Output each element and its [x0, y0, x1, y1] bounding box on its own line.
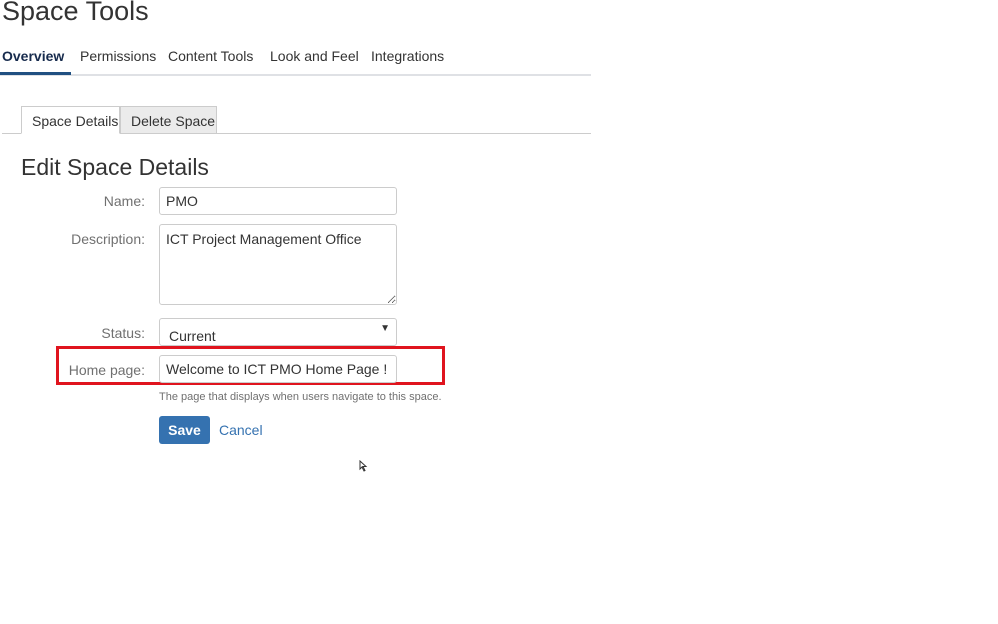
- active-tab-indicator: [0, 72, 71, 75]
- tab-space-details[interactable]: Space Details: [21, 106, 120, 134]
- home-page-field[interactable]: [159, 355, 397, 383]
- page-title: Space Tools: [2, 0, 149, 26]
- form-title: Edit Space Details: [21, 154, 209, 180]
- save-button[interactable]: Save: [159, 416, 210, 444]
- status-select[interactable]: Current ▼: [159, 318, 397, 346]
- mouse-cursor-icon: [359, 460, 368, 472]
- description-field[interactable]: ICT Project Management Office: [159, 224, 397, 305]
- description-label: Description:: [71, 231, 145, 247]
- name-label: Name:: [103, 193, 145, 209]
- status-label: Status:: [101, 325, 145, 341]
- home-page-help-text: The page that displays when users naviga…: [159, 391, 442, 403]
- nav-tab-look-and-feel[interactable]: Look and Feel: [270, 48, 359, 64]
- tab-delete-space[interactable]: Delete Space: [120, 106, 217, 134]
- space-tools-nav: Overview Permissions Content Tools Look …: [0, 40, 591, 76]
- status-selected-value: Current: [169, 328, 216, 344]
- caret-down-icon: ▼: [380, 323, 390, 334]
- name-field[interactable]: [159, 187, 397, 215]
- nav-tab-content-tools[interactable]: Content Tools: [168, 48, 253, 64]
- nav-tab-integrations[interactable]: Integrations: [371, 48, 444, 64]
- cancel-link[interactable]: Cancel: [219, 422, 263, 438]
- nav-tab-overview[interactable]: Overview: [2, 48, 64, 64]
- nav-tab-permissions[interactable]: Permissions: [80, 48, 156, 64]
- home-page-label: Home page:: [68, 362, 145, 378]
